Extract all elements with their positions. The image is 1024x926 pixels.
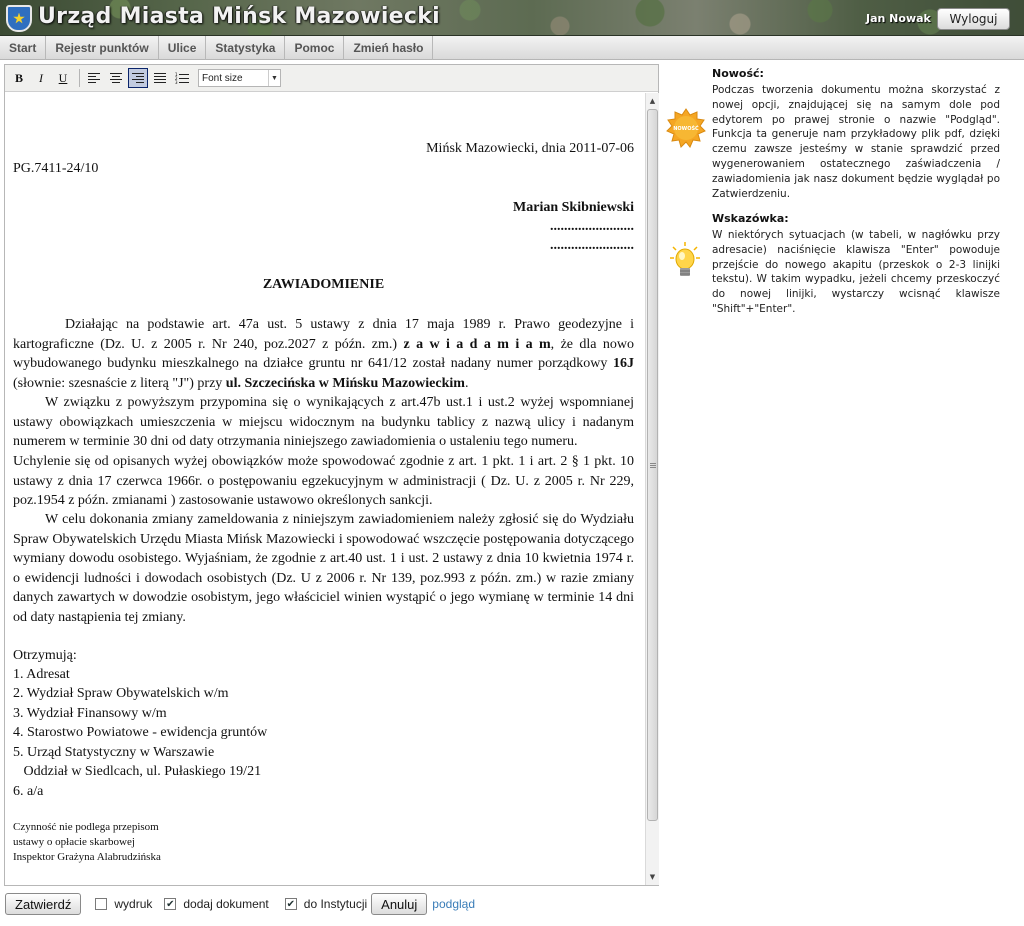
recipient-item: Oddział w Siedlcach, ul. Pułaskiego 19/2… <box>13 764 262 779</box>
paragraph-1: Działając na podstawie art. 47a ust. 5 u… <box>13 315 634 393</box>
rich-text-editor: B I U 123 Font size ▼ Mińsk Mazowiecki, … <box>4 64 659 886</box>
nav-item-start[interactable]: Start <box>0 36 47 60</box>
nav-item-help[interactable]: Pomoc <box>285 36 345 60</box>
address-line-2: ........................ <box>550 238 634 253</box>
reference-number: PG.7411-24/10 <box>13 161 99 176</box>
footnote-line: Czynność nie podlega przepisom <box>13 821 159 833</box>
logout-button[interactable]: Wyloguj <box>937 8 1010 30</box>
font-size-select[interactable]: Font size ▼ <box>198 69 281 87</box>
recipient-item: 2. Wydział Spraw Obywatelskich w/m <box>13 686 229 701</box>
action-bar: Zatwierdź wydruk ✔ dodaj dokument ✔ do I… <box>0 889 1024 919</box>
print-checkbox[interactable] <box>95 898 108 910</box>
institution-label: do Instytucji <box>303 897 368 911</box>
recipient-item: 5. Urząd Statystyczny w Warszawie <box>13 745 215 760</box>
bold-label: B <box>14 70 23 85</box>
app-header: Urząd Miasta Mińsk Mazowiecki Jan Nowak … <box>0 0 1024 36</box>
news-title: Nowość: <box>712 67 764 80</box>
italic-label: I <box>39 70 43 85</box>
nav-item-streets[interactable]: Ulice <box>159 36 207 60</box>
approve-button[interactable]: Zatwierdź <box>5 893 82 915</box>
new-badge-text: NOWOŚĆ <box>673 125 699 132</box>
italic-icon[interactable]: I <box>31 68 51 88</box>
footnote-line: Inspektor Grażyna Alabrudzińska <box>13 851 161 863</box>
recipients-label: Otrzymują: <box>13 648 77 663</box>
p1-street: ul. Szczecińska w Mińsku Mazowieckim <box>225 375 465 391</box>
scroll-up-arrow-icon[interactable]: ▲ <box>646 94 659 107</box>
cancel-button[interactable]: Anuluj <box>371 893 428 915</box>
addressee-name: Marian Skibniewski <box>513 200 634 215</box>
align-center-icon[interactable] <box>106 68 126 88</box>
editor-scrollbar[interactable]: ▲ ▼ <box>645 93 659 885</box>
numbered-list-icon[interactable]: 123 <box>172 68 192 88</box>
paragraph-2: W związku z powyższym przypomina się o w… <box>13 395 634 449</box>
recipient-item: 6. a/a <box>13 784 44 799</box>
recipient-item: 4. Starostwo Powiatowe - ewidencja grunt… <box>13 725 268 740</box>
nav-item-points-register[interactable]: Rejestr punktów <box>46 36 159 60</box>
align-right-icon[interactable] <box>128 68 148 88</box>
underline-icon[interactable]: U <box>53 68 73 88</box>
address-line-1: ........................ <box>550 219 634 234</box>
news-text: Podczas tworzenia dokumentu można skorzy… <box>712 84 1000 200</box>
chevron-down-icon: ▼ <box>268 70 280 86</box>
p1-emphasis: z a w i a d a m i a m <box>403 336 551 352</box>
bold-icon[interactable]: B <box>9 68 29 88</box>
document-body[interactable]: Mińsk Mazowiecki, dnia 2011-07-06 PG.741… <box>5 93 645 885</box>
city-crest-icon <box>6 5 32 32</box>
help-side-panel: NOWOŚĆ Nowość: Podczas tworzenia dokumen… <box>664 64 1024 886</box>
p1-text-g: . <box>464 375 469 391</box>
main-nav: Start Rejestr punktów Ulice Statystyka P… <box>0 36 1024 60</box>
document-heading: ZAWIADOMIENIE <box>262 277 385 292</box>
add-document-checkbox[interactable]: ✔ <box>164 898 177 910</box>
user-name: Jan Nowak <box>866 12 931 25</box>
new-badge-icon: NOWOŚĆ <box>666 108 706 148</box>
nav-item-change-password[interactable]: Zmień hasło <box>344 36 434 60</box>
hint-text: W niektórych sytuacjach (w tabeli, w nag… <box>712 229 1000 315</box>
institution-checkbox[interactable]: ✔ <box>284 898 297 910</box>
recipient-item: 1. Adresat <box>13 667 70 682</box>
print-label: wydruk <box>114 897 153 911</box>
paragraph-4: W celu dokonania zmiany zameldowania z n… <box>13 512 634 625</box>
align-left-icon[interactable] <box>84 68 104 88</box>
editor-toolbar: B I U 123 Font size ▼ <box>5 65 658 92</box>
place-date: Mińsk Mazowiecki, dnia 2011-07-06 <box>426 141 634 156</box>
scroll-thumb[interactable] <box>647 109 658 821</box>
scroll-down-arrow-icon[interactable]: ▼ <box>646 870 659 883</box>
preview-link[interactable]: podgląd <box>432 897 475 911</box>
nav-item-statistics[interactable]: Statystyka <box>206 36 286 60</box>
align-justify-icon[interactable] <box>150 68 170 88</box>
site-title: Urząd Miasta Mińsk Mazowiecki <box>38 4 441 29</box>
paragraph-3: Uchylenie się od opisanych wyżej obowiąz… <box>13 454 634 508</box>
footnote-line: ustawy o opłacie skarbowej <box>13 836 135 848</box>
add-document-label: dodaj dokument <box>183 897 269 911</box>
toolbar-separator <box>79 69 80 87</box>
hint-title: Wskazówka: <box>712 212 789 225</box>
recipient-item: 3. Wydział Finansowy w/m <box>13 706 167 721</box>
font-size-value: Font size <box>202 72 243 84</box>
svg-text:3: 3 <box>175 80 178 84</box>
lightbulb-icon <box>670 242 700 276</box>
underline-label: U <box>58 70 68 85</box>
p1-text-e: (słownie: szesnaście z literą "J") przy <box>13 375 226 391</box>
p1-house-number: 16J <box>613 356 634 371</box>
